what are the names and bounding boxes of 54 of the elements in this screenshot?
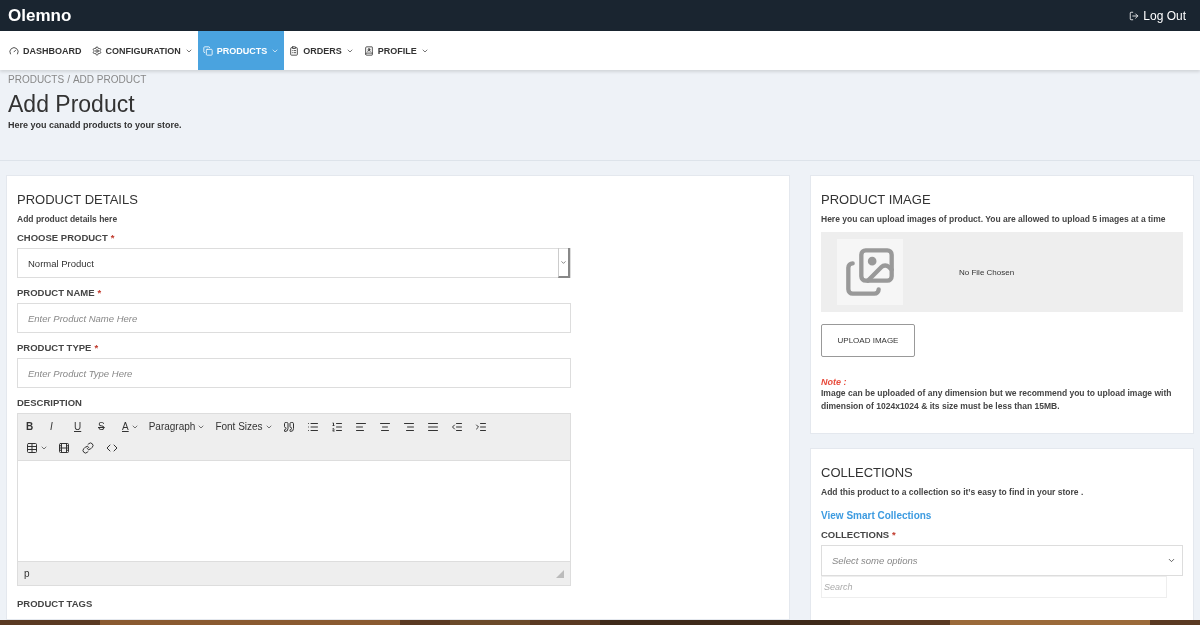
product-select[interactable]: Normal Product <box>17 248 571 278</box>
media-icon <box>58 441 70 454</box>
link-icon <box>82 441 94 454</box>
page-subtitle: Here you canadd products to your store. <box>8 120 183 130</box>
editor-path: p <box>24 568 30 579</box>
card-title: PRODUCT DETAILS <box>17 192 139 207</box>
field-label: COLLECTIONS * <box>821 528 897 540</box>
brand-name: Olemno <box>8 5 72 26</box>
field-label: DESCRIPTION <box>17 397 83 408</box>
page-title: Add Product <box>8 91 136 118</box>
caret-icon <box>560 258 567 266</box>
orders-icon <box>289 45 300 56</box>
outdent-icon <box>450 420 463 433</box>
table-icon <box>26 441 38 454</box>
breadcrumb-item: ADD PRODUCT <box>72 74 147 85</box>
justify-icon <box>426 420 439 433</box>
image-placeholder-icon <box>844 246 896 298</box>
card-subtitle: Add this product to a collection so it’s easy to find in your store . <box>821 486 1085 497</box>
logout-link[interactable]: Log Out <box>1129 8 1192 23</box>
indent-icon <box>474 420 487 433</box>
note-label: Note : <box>821 377 848 387</box>
upload-image-button[interactable]: UPLOAD IMAGE <box>821 324 915 357</box>
text-field[interactable]: Enter Product Type Here <box>17 358 571 388</box>
products-icon <box>202 45 213 56</box>
numbers-icon <box>330 420 343 433</box>
dashboard-icon <box>9 45 19 56</box>
collections-select[interactable]: Select some options <box>821 544 1183 576</box>
settings-icon <box>91 45 102 56</box>
rich-text-editor[interactable]: B I U S A Paragraph Font Sizes p <box>17 413 571 586</box>
file-status: No File Chosen <box>959 267 1015 277</box>
field-label: PRODUCT TYPE * <box>17 342 100 353</box>
field-label: CHOOSE PRODUCT * <box>17 232 116 243</box>
text-field[interactable]: Enter Product Name Here <box>17 303 571 333</box>
nav-tab[interactable]: CONFIGURATION <box>86 31 198 70</box>
nav-tab[interactable]: ORDERS <box>284 31 359 70</box>
field-label: PRODUCT TAGS <box>17 598 94 609</box>
field-label: PRODUCT NAME * <box>17 287 103 298</box>
card-subtitle: Add product details here <box>17 214 119 224</box>
align-left-icon <box>354 420 367 433</box>
nav-tab[interactable]: DASHBOARD <box>4 31 87 70</box>
card-title: COLLECTIONS <box>821 464 914 480</box>
logout-icon <box>1129 10 1140 21</box>
resize-grip-icon[interactable] <box>556 569 564 578</box>
align-center-icon <box>378 420 391 433</box>
card-subtitle: Here you can upload images of product. You are allowed to upload 5 images at a time <box>821 214 1167 224</box>
nav-tab[interactable]: PROFILE <box>358 31 434 70</box>
bullets-icon <box>306 420 319 433</box>
note-text: Image can be uploaded of any dimension but we recommend you to upload image with dimension of 1024x1024 & its size must be less than 15MB. <box>821 387 1173 413</box>
image-dropzone[interactable]: No File Chosen <box>821 232 1183 312</box>
card-title: PRODUCT IMAGE <box>821 192 932 207</box>
profile-icon <box>363 45 374 56</box>
breadcrumb-item: / <box>67 74 70 85</box>
quote-icon <box>282 420 295 433</box>
align-right-icon <box>402 420 415 433</box>
